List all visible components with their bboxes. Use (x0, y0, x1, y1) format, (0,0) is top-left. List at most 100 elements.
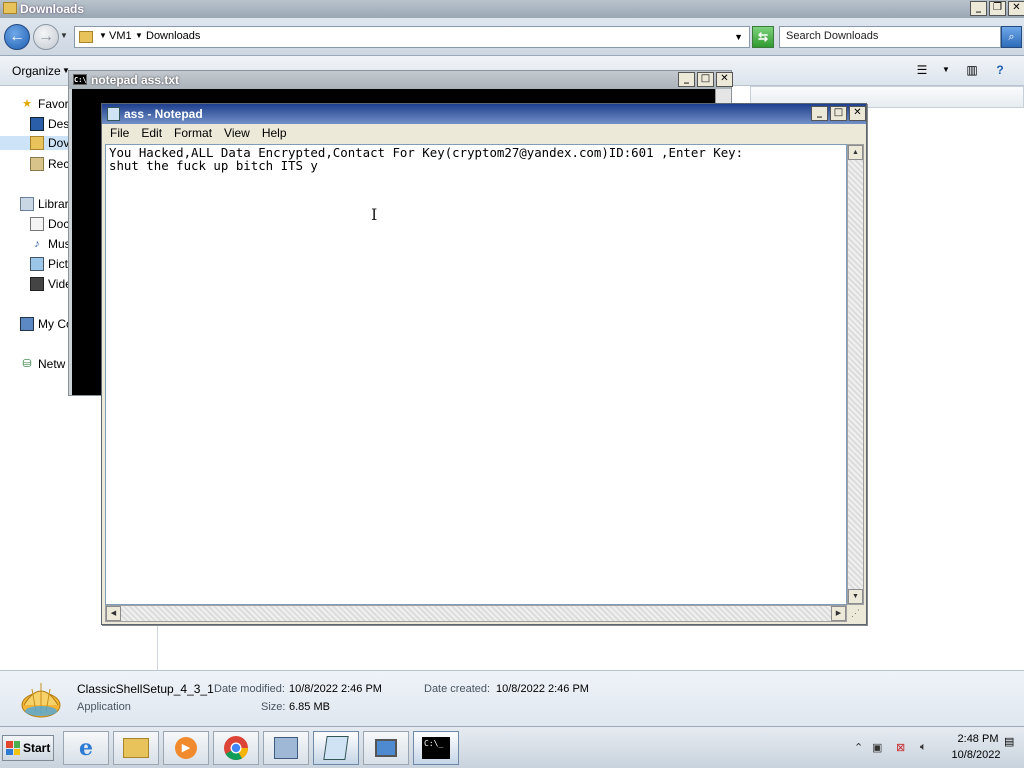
start-label: Start (23, 741, 51, 755)
notepad-content[interactable]: You Hacked,ALL Data Encrypted,Contact Fo… (109, 146, 743, 172)
notepad-title-bar[interactable]: ass - Notepad _ □ ✕ (102, 104, 866, 124)
classic-shell-icon (21, 683, 61, 718)
size-label: Size: (261, 701, 286, 713)
show-desktop-icon[interactable]: ▤ (1004, 735, 1014, 748)
tree-item-pictures[interactable]: Pict (30, 257, 68, 271)
horizontal-scrollbar[interactable]: ◀ ▶ (105, 605, 847, 622)
close-button[interactable]: ✕ (716, 72, 733, 87)
folder-icon (79, 31, 93, 43)
restore-button[interactable]: ❐ (989, 1, 1006, 16)
server-manager-icon[interactable] (263, 731, 309, 765)
minimize-button[interactable]: _ (811, 106, 828, 121)
scroll-down-arrow[interactable]: ▼ (848, 589, 863, 604)
internet-explorer-icon[interactable]: e (63, 731, 109, 765)
pictures-icon (30, 257, 44, 271)
console-title-bar[interactable]: C:\ notepad ass.txt _ □ ✕ (69, 71, 733, 89)
network-icon: ⛁ (22, 358, 32, 370)
organize-button[interactable]: Organize (12, 64, 61, 78)
preview-pane-icon[interactable]: ▥ (963, 62, 981, 78)
scroll-left-arrow[interactable]: ◀ (106, 606, 121, 621)
chevron-down-icon[interactable]: ▼ (937, 62, 955, 78)
tree-item-label: Dov (48, 136, 70, 150)
console-title: notepad ass.txt (91, 73, 180, 87)
desktop-icon (30, 117, 44, 131)
back-button[interactable]: ← (4, 24, 30, 50)
tree-item-libraries[interactable]: Librar (20, 197, 69, 211)
tree-item-label: Des (48, 117, 70, 131)
maximize-button[interactable]: □ (830, 106, 847, 121)
date-created-label: Date created: (424, 683, 491, 695)
minimize-button[interactable]: _ (970, 1, 987, 16)
recent-places-icon (30, 157, 44, 171)
menu-file[interactable]: File (104, 124, 135, 144)
search-icon[interactable]: ⌕ (1001, 26, 1022, 48)
explorer-icon[interactable] (113, 731, 159, 765)
tree-item-computer[interactable]: My Co (20, 317, 73, 331)
media-player-icon[interactable]: ▶ (163, 731, 209, 765)
network-status-icon[interactable]: ⊠ (896, 741, 905, 754)
vertical-scrollbar[interactable]: ▲ ▼ (847, 144, 864, 605)
downloads-folder-icon (30, 136, 44, 150)
tree-item-network[interactable]: ⛁ Netw (20, 357, 65, 371)
start-button[interactable]: Start (2, 735, 54, 761)
minimize-button[interactable]: _ (678, 72, 695, 87)
details-pane: ClassicShellSetup_4_3_1 Application Date… (0, 670, 1024, 726)
selected-file-name: ClassicShellSetup_4_3_1 (77, 682, 214, 696)
command-prompt-icon: C:\ (73, 74, 87, 85)
tree-item-documents[interactable]: Doc (30, 217, 69, 231)
remote-desktop-icon[interactable] (363, 731, 409, 765)
address-bar[interactable]: ▼ VM1 ▼ Downloads ▼ (74, 26, 750, 48)
menu-view[interactable]: View (218, 124, 256, 144)
folder-icon (3, 2, 17, 14)
close-button[interactable]: ✕ (849, 106, 866, 121)
scroll-right-arrow[interactable]: ▶ (831, 606, 846, 621)
explorer-title-bar[interactable]: Downloads _ ❐ ✕ (0, 0, 1024, 18)
star-icon: ★ (22, 98, 32, 110)
clock-time[interactable]: 2:48 PM (952, 733, 1004, 745)
volume-icon[interactable]: 🔈︎ (920, 741, 927, 754)
notepad-menu-bar: File Edit Format View Help (104, 124, 864, 144)
recent-pages-dropdown[interactable]: ▼ (60, 31, 68, 40)
notepad-taskbar-icon[interactable] (313, 731, 359, 765)
date-modified-label: Date modified: (214, 683, 285, 695)
clock-date[interactable]: 10/8/2022 (946, 749, 1006, 761)
date-created-value: 10/8/2022 2:46 PM (496, 683, 589, 695)
tree-item-desktop[interactable]: Des (30, 117, 69, 131)
chevron-down-icon[interactable]: ▼ (135, 31, 143, 40)
address-dropdown-icon[interactable]: ▼ (734, 32, 743, 42)
command-prompt-taskbar-icon[interactable]: C:\_ (413, 731, 459, 765)
help-icon[interactable]: ? (991, 62, 1009, 78)
tree-item-label: Rec (48, 157, 70, 171)
tree-item-recent-places[interactable]: Rec (30, 157, 69, 171)
menu-edit[interactable]: Edit (135, 124, 168, 144)
size-value: 6.85 MB (289, 701, 330, 713)
notepad-window[interactable]: ass - Notepad _ □ ✕ File Edit Format Vie… (101, 103, 867, 625)
tree-item-favorites[interactable]: ★ Favor (20, 97, 69, 111)
tree-item-label: Pict (48, 257, 69, 271)
view-options-icon[interactable]: ☰ (913, 62, 931, 78)
tree-item-label: Librar (38, 197, 69, 211)
menu-format[interactable]: Format (168, 124, 218, 144)
chrome-icon[interactable] (213, 731, 259, 765)
music-icon: ♪ (34, 238, 40, 250)
resize-grip[interactable]: ⋰ (847, 605, 864, 622)
action-center-icon[interactable]: ▣ (872, 741, 882, 754)
breadcrumb-vm1[interactable]: VM1 (109, 30, 132, 42)
tree-item-videos[interactable]: Vide (30, 277, 72, 291)
refresh-button[interactable]: ⇆ (752, 26, 774, 48)
maximize-button[interactable]: □ (697, 72, 714, 87)
tree-item-music[interactable]: ♪ Mus (30, 237, 70, 251)
notepad-text-area[interactable]: You Hacked,ALL Data Encrypted,Contact Fo… (105, 144, 847, 605)
show-hidden-icons-icon[interactable]: ⌃ (854, 741, 863, 754)
breadcrumb-downloads[interactable]: Downloads (146, 30, 200, 42)
forward-button[interactable]: → (33, 24, 59, 50)
scroll-up-arrow[interactable]: ▲ (848, 145, 863, 160)
libraries-icon (20, 197, 34, 211)
taskbar: Start e ▶ C:\_ ⌃ ▣ ⊠ 🔈︎ 2:48 PM 10/8/202… (0, 726, 1024, 768)
close-button[interactable]: ✕ (1008, 1, 1024, 16)
search-input[interactable]: Search Downloads (779, 26, 1001, 48)
console-frame (69, 89, 72, 395)
documents-icon (30, 217, 44, 231)
chevron-down-icon[interactable]: ▼ (99, 31, 107, 40)
menu-help[interactable]: Help (256, 124, 293, 144)
